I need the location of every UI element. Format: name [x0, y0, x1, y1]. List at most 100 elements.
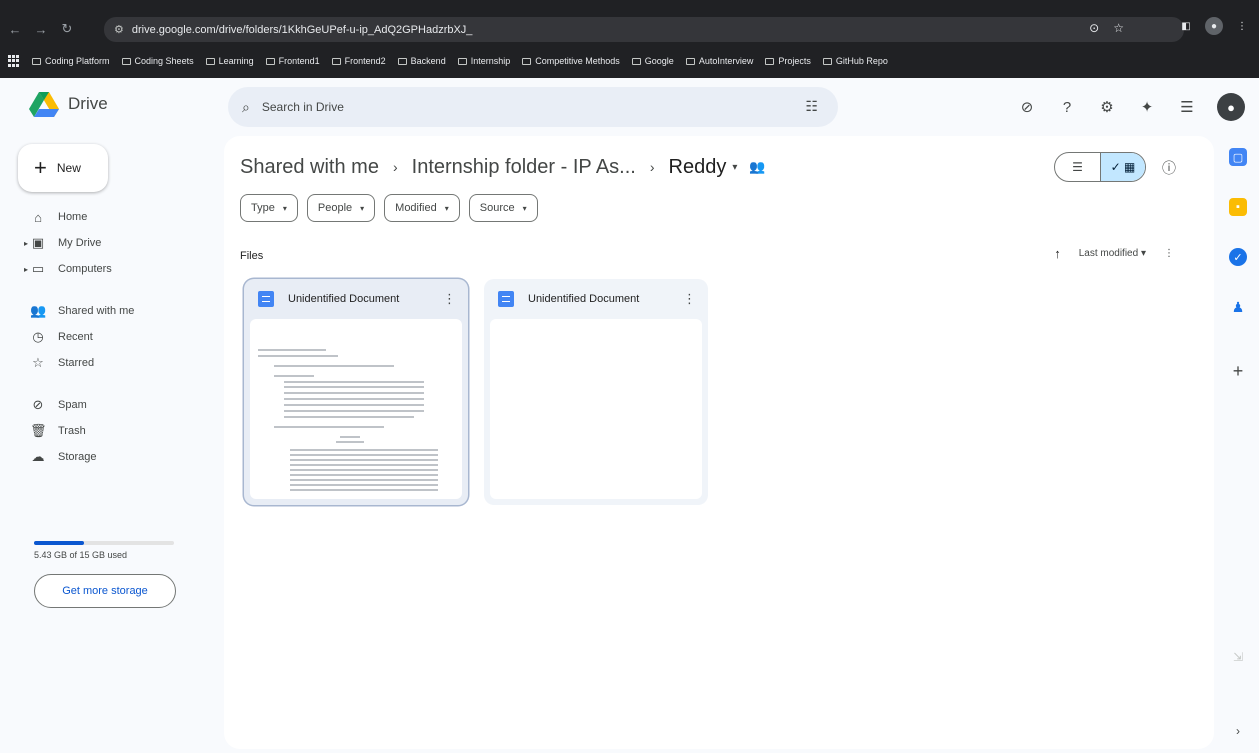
browser-chrome: ← → ↻ ⚙ drive.google.com/drive/folders/1…: [0, 0, 1259, 78]
filter-people[interactable]: People ▾: [306, 194, 376, 222]
apps-grid-icon[interactable]: ☰: [1177, 97, 1197, 117]
forward-icon[interactable]: →: [30, 18, 52, 40]
get-add-ons-icon[interactable]: +: [1229, 361, 1247, 381]
chevron-down-icon: ▾: [522, 203, 527, 213]
expand-caret-icon[interactable]: ▸: [24, 265, 28, 274]
url-text[interactable]: drive.google.com/drive/folders/1KkhGeUPe…: [132, 24, 473, 36]
extensions-icon[interactable]: ◧: [1177, 17, 1195, 35]
sidebar-item-starred[interactable]: ☆ Starred: [0, 350, 210, 376]
breadcrumb-item[interactable]: Shared with me: [240, 156, 379, 179]
search-bar[interactable]: ⌕ Search in Drive ☷: [228, 87, 838, 127]
preview-text-line: [290, 469, 438, 471]
sidebar-item-home[interactable]: ⌂ Home: [0, 204, 210, 230]
search-placeholder[interactable]: Search in Drive: [262, 100, 344, 114]
bookmark-folder[interactable]: GitHub Repo: [822, 56, 888, 66]
tab-bar: [0, 0, 1259, 12]
chevron-down-icon[interactable]: ▾: [732, 162, 737, 173]
expand-caret-icon[interactable]: ▸: [24, 239, 28, 248]
get-more-storage-button[interactable]: Get more storage: [34, 574, 176, 608]
profile-icon[interactable]: ●: [1205, 17, 1223, 35]
reload-icon[interactable]: ↻: [56, 18, 78, 40]
spam-icon: ⊘: [32, 397, 44, 412]
section-title: Files: [240, 250, 264, 262]
file-card-header[interactable]: Unidentified Document ⋮: [484, 279, 708, 319]
preview-text-line: [290, 449, 438, 451]
apps-icon[interactable]: [8, 55, 20, 67]
sidebar-item-label: Storage: [58, 451, 97, 463]
hide-panel-icon[interactable]: ⇲: [1229, 648, 1247, 666]
settings-icon[interactable]: ⚙: [1097, 97, 1117, 117]
drive-logo[interactable]: Drive: [28, 90, 108, 118]
file-card-header[interactable]: Unidentified Document ⋮: [244, 279, 468, 319]
more-options-icon[interactable]: ⋮: [1164, 248, 1174, 259]
filter-type[interactable]: Type ▾: [240, 194, 298, 222]
back-icon[interactable]: ←: [4, 18, 26, 40]
file-card[interactable]: Unidentified Document ⋮: [484, 279, 708, 505]
browser-menu-icon[interactable]: ⋮: [1233, 17, 1251, 35]
file-title[interactable]: Unidentified Document: [528, 293, 639, 305]
sort-option[interactable]: Last modified ▾: [1079, 248, 1146, 259]
avatar[interactable]: ●: [1217, 93, 1245, 121]
chevron-right-icon: ›: [649, 159, 655, 175]
bookmark-folder[interactable]: Competitive Methods: [522, 56, 620, 66]
bookmark-folder[interactable]: Frontend2: [331, 56, 386, 66]
sidebar-item-shared-with-me[interactable]: 👥 Shared with me: [0, 298, 210, 324]
search-options-icon[interactable]: ☷: [805, 98, 818, 115]
site-info-icon[interactable]: ⚙: [114, 23, 124, 36]
bookmark-folder[interactable]: Learning: [205, 56, 254, 66]
sidebar-item-computers[interactable]: ▸ ▭ Computers: [0, 256, 210, 282]
shared-folder-icon[interactable]: 👥: [749, 159, 765, 175]
offline-status-icon[interactable]: ⊘: [1017, 97, 1037, 117]
info-icon[interactable]: ⓘ: [1162, 158, 1176, 178]
sidebar-item-my-drive[interactable]: ▸ ▣ My Drive: [0, 230, 210, 256]
drive-app: Drive ⌕ Search in Drive ☷ ⊘ ? ⚙ ✦ ☰ ● + …: [0, 78, 1259, 753]
bookmark-star-icon[interactable]: ☆: [1113, 21, 1124, 35]
bookmarks-bar: Coding Platform Coding Sheets Learning F…: [0, 50, 1259, 72]
preview-text-line: [274, 426, 384, 428]
collapse-panel-icon[interactable]: ›: [1229, 722, 1247, 740]
gemini-icon[interactable]: ✦: [1137, 97, 1157, 117]
sort-direction-icon[interactable]: ↑: [1054, 246, 1061, 261]
preview-text-line: [290, 474, 438, 476]
list-view-button[interactable]: ☰: [1055, 153, 1100, 181]
breadcrumb-item[interactable]: Internship folder - IP As...: [412, 156, 636, 179]
filter-modified[interactable]: Modified ▾: [384, 194, 460, 222]
bookmark-folder[interactable]: Coding Sheets: [121, 56, 194, 66]
calendar-icon[interactable]: ▢: [1229, 148, 1247, 166]
breadcrumb-current[interactable]: Reddy: [669, 156, 727, 179]
sidebar-item-recent[interactable]: ◷ Recent: [0, 324, 210, 350]
sidebar-item-trash[interactable]: 🗑 Trash: [0, 418, 210, 444]
bookmark-folder[interactable]: Projects: [765, 56, 811, 66]
sidebar-item-storage[interactable]: ☁ Storage: [0, 444, 210, 470]
address-bar[interactable]: ⚙ drive.google.com/drive/folders/1KkhGeU…: [104, 17, 1184, 42]
help-icon[interactable]: ?: [1057, 97, 1077, 117]
preview-text-line: [340, 436, 360, 438]
bookmark-folder[interactable]: Backend: [397, 56, 446, 66]
keep-icon[interactable]: ▪: [1229, 198, 1247, 216]
filter-source[interactable]: Source ▾: [468, 194, 538, 222]
search-icon[interactable]: ⌕: [242, 99, 250, 116]
file-preview-thumbnail[interactable]: [490, 319, 702, 499]
tasks-icon[interactable]: ✓: [1229, 248, 1247, 266]
file-preview-thumbnail[interactable]: [250, 319, 462, 499]
file-card[interactable]: Unidentified Document ⋮: [244, 279, 468, 505]
bookmark-folder[interactable]: Internship: [457, 56, 510, 66]
more-actions-icon[interactable]: ⋮: [683, 291, 696, 307]
bookmark-folder[interactable]: Google: [631, 56, 674, 66]
google-docs-icon: [498, 291, 514, 307]
new-button[interactable]: + New: [18, 144, 108, 192]
preview-text-line: [284, 404, 424, 406]
sidebar-item-spam[interactable]: ⊘ Spam: [0, 392, 210, 418]
drive-header: Drive ⌕ Search in Drive ☷ ⊘ ? ⚙ ✦ ☰ ●: [0, 78, 1259, 136]
chevron-down-icon: ▾: [282, 203, 287, 213]
contacts-icon[interactable]: ♟: [1229, 298, 1247, 316]
file-title[interactable]: Unidentified Document: [288, 293, 399, 305]
bookmark-folder[interactable]: Coding Platform: [32, 56, 110, 66]
bookmark-folder[interactable]: AutoInterview: [685, 56, 753, 66]
people-icon: 👥: [30, 303, 47, 318]
translate-icon[interactable]: ⊙: [1089, 21, 1099, 35]
bookmark-folder[interactable]: Frontend1: [265, 56, 320, 66]
grid-view-button[interactable]: ✓ ▦: [1099, 153, 1145, 181]
preview-text-line: [284, 381, 424, 383]
more-actions-icon[interactable]: ⋮: [443, 291, 456, 307]
